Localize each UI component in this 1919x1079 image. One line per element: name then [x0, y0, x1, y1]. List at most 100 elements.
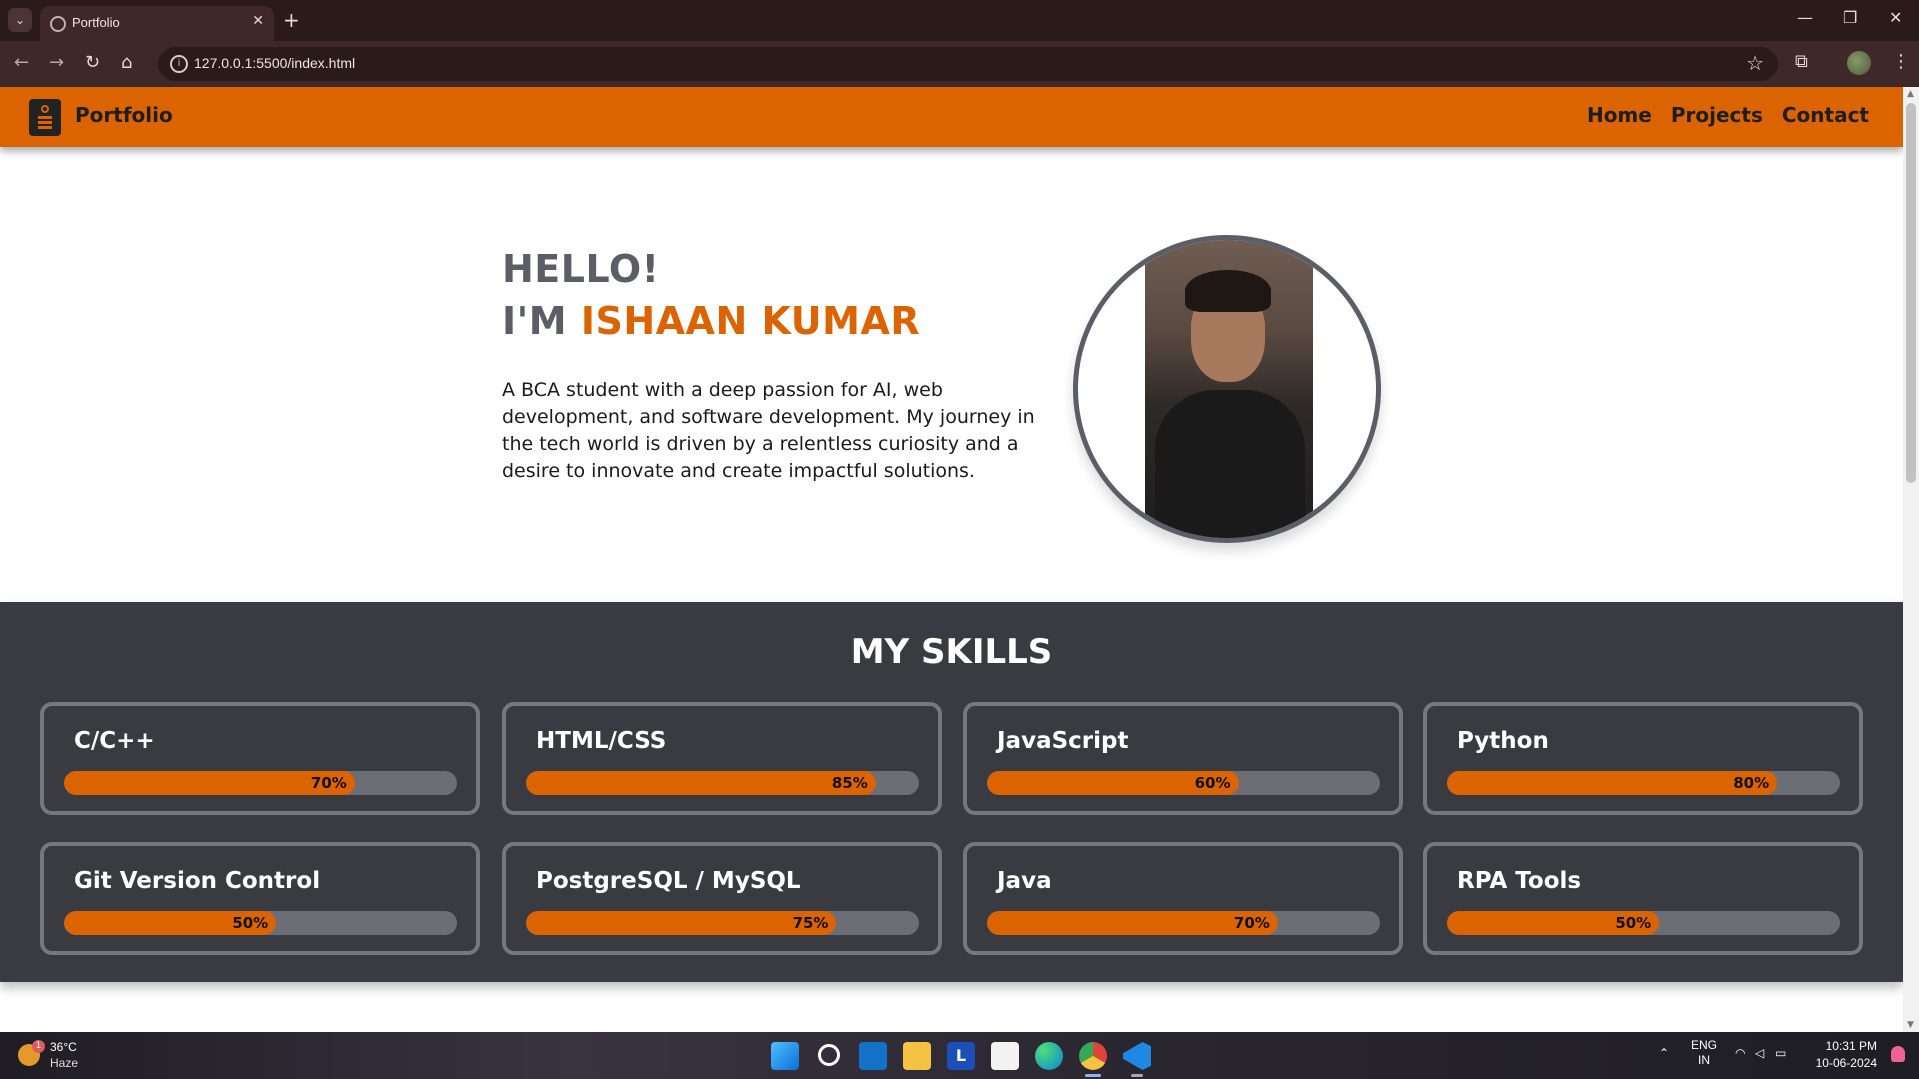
- profile-avatar[interactable]: [1847, 51, 1871, 75]
- notification-bell-icon[interactable]: [1891, 1046, 1905, 1062]
- skill-card: JavaScript 60%: [963, 702, 1403, 815]
- bookmark-star-icon[interactable]: ☆: [1746, 51, 1764, 75]
- weather-badge: 1: [32, 1040, 45, 1053]
- hero-section: HELLO! I'M ISHAAN KUMAR A BCA student wi…: [0, 147, 1903, 602]
- skill-name: Git Version Control: [74, 868, 321, 894]
- skill-progress-track: 85%: [526, 771, 919, 795]
- skill-card: PostgreSQL / MySQL 75%: [502, 842, 942, 955]
- brand-name[interactable]: Portfolio: [75, 103, 173, 127]
- globe-icon: [50, 16, 66, 32]
- skill-name: Python: [1457, 728, 1549, 754]
- close-tab-icon[interactable]: ✕: [252, 13, 264, 29]
- scroll-down-icon[interactable]: ▼: [1907, 1020, 1914, 1030]
- skill-name: RPA Tools: [1457, 868, 1582, 894]
- clock-date: 10-06-2024: [1815, 1056, 1877, 1070]
- main-nav: Home Projects Contact: [1587, 103, 1869, 127]
- wifi-icon[interactable]: ◠: [1735, 1046, 1745, 1060]
- weather-description[interactable]: Haze: [50, 1056, 78, 1070]
- chrome-icon[interactable]: [1079, 1042, 1107, 1070]
- l-app-icon[interactable]: L: [947, 1042, 975, 1070]
- scroll-up-icon[interactable]: ▲: [1907, 89, 1914, 99]
- skill-card: RPA Tools 50%: [1423, 842, 1863, 955]
- skill-percent: 70%: [1233, 914, 1270, 932]
- skill-progress-track: 70%: [987, 911, 1380, 935]
- skill-progress-track: 50%: [1447, 911, 1840, 935]
- reload-icon[interactable]: ↻: [85, 53, 100, 73]
- clock-time: 10:31 PM: [1825, 1039, 1877, 1053]
- menu-dots-icon[interactable]: ⋮: [1892, 51, 1910, 72]
- skill-progress-fill: 70%: [987, 911, 1278, 935]
- start-button-icon[interactable]: [771, 1042, 799, 1070]
- clock[interactable]: 10:31 PM 10-06-2024: [1816, 1038, 1877, 1072]
- hero-bio: A BCA student with a deep passion for AI…: [502, 379, 1035, 482]
- language-indicator[interactable]: ENG IN: [1691, 1038, 1717, 1068]
- home-icon[interactable]: ⌂: [121, 53, 132, 73]
- scrollbar-thumb[interactable]: [1906, 103, 1916, 483]
- skill-progress-track: 50%: [64, 911, 457, 935]
- skill-card: Python 80%: [1423, 702, 1863, 815]
- store-icon[interactable]: [991, 1042, 1019, 1070]
- page-viewport: Portfolio Home Projects Contact HELLO! I…: [0, 87, 1903, 1032]
- page-scrollbar[interactable]: ▲ ▼: [1903, 87, 1919, 1032]
- skill-percent: 80%: [1733, 774, 1770, 792]
- tab-title: Portfolio: [72, 15, 120, 30]
- minimize-button[interactable]: —: [1797, 8, 1813, 27]
- site-header: Portfolio Home Projects Contact: [0, 87, 1903, 147]
- outlook-icon[interactable]: [859, 1042, 887, 1070]
- profile-photo: [1145, 240, 1313, 538]
- skill-percent: 50%: [1615, 914, 1652, 932]
- skill-progress-fill: 50%: [1447, 911, 1660, 935]
- skill-name: HTML/CSS: [536, 728, 667, 754]
- file-explorer-icon[interactable]: [903, 1042, 931, 1070]
- hero-intro: I'M ISHAAN KUMAR: [502, 299, 920, 343]
- skill-percent: 60%: [1194, 774, 1231, 792]
- skill-progress-track: 80%: [1447, 771, 1840, 795]
- person-icon: [38, 105, 52, 129]
- language-code: ENG: [1691, 1038, 1718, 1052]
- hero-name: ISHAAN KUMAR: [580, 299, 921, 343]
- skill-progress-fill: 70%: [64, 771, 355, 795]
- tab-search-chevron-icon[interactable]: ⌄: [8, 8, 32, 32]
- restore-button[interactable]: ❐: [1843, 8, 1857, 27]
- skill-name: Java: [997, 868, 1052, 894]
- battery-icon[interactable]: ▭: [1775, 1046, 1786, 1060]
- url-text[interactable]: 127.0.0.1:5500/index.html: [194, 55, 355, 71]
- volume-icon[interactable]: ◁: [1755, 1046, 1764, 1060]
- back-arrow-icon[interactable]: ←: [14, 53, 29, 73]
- skill-progress-track: 60%: [987, 771, 1380, 795]
- browser-tab-portfolio[interactable]: Portfolio ✕: [40, 6, 274, 41]
- search-icon[interactable]: [818, 1044, 840, 1066]
- nav-contact[interactable]: Contact: [1782, 103, 1869, 127]
- vscode-running-indicator: [1131, 1074, 1143, 1077]
- hero-iam-prefix: I'M: [502, 299, 568, 343]
- region-code: IN: [1698, 1053, 1710, 1067]
- logo-icon[interactable]: [29, 99, 61, 136]
- new-tab-button[interactable]: +: [283, 8, 300, 32]
- skill-progress-track: 75%: [526, 911, 919, 935]
- forward-arrow-icon[interactable]: →: [49, 53, 64, 73]
- chevron-up-icon[interactable]: ⌃: [1659, 1046, 1669, 1060]
- nav-projects[interactable]: Projects: [1671, 103, 1763, 127]
- skill-percent: 50%: [232, 914, 269, 932]
- skill-percent: 70%: [310, 774, 347, 792]
- skills-title: MY SKILLS: [850, 632, 1053, 672]
- skill-name: JavaScript: [997, 728, 1129, 754]
- windows-taskbar: 1 36°C Haze L ⌃ ENG IN ◠ ◁ ▭ 10:31 PM 10…: [0, 1032, 1919, 1079]
- hero-greeting: HELLO!: [502, 247, 660, 291]
- extensions-icon[interactable]: ⧉: [1795, 51, 1808, 72]
- skill-card: Git Version Control 50%: [40, 842, 480, 955]
- skill-percent: 85%: [831, 774, 868, 792]
- profile-photo-frame: [1073, 235, 1381, 543]
- address-bar[interactable]: i 127.0.0.1:5500/index.html ☆: [158, 47, 1778, 81]
- edge-icon[interactable]: [1035, 1042, 1063, 1070]
- close-window-button[interactable]: ✕: [1889, 8, 1902, 27]
- vscode-icon[interactable]: [1123, 1042, 1151, 1070]
- browser-toolbar: ← → ↻ ⌂ i 127.0.0.1:5500/index.html ☆ ⧉ …: [0, 41, 1919, 87]
- weather-temperature[interactable]: 36°C: [50, 1040, 77, 1054]
- site-info-icon[interactable]: i: [170, 55, 188, 73]
- skill-progress-track: 70%: [64, 771, 457, 795]
- chrome-active-indicator: [1085, 1074, 1101, 1077]
- skill-name: PostgreSQL / MySQL: [536, 868, 801, 894]
- browser-tab-bar: ⌄ Portfolio ✕ + — ❐ ✕: [0, 0, 1919, 41]
- nav-home[interactable]: Home: [1587, 103, 1652, 127]
